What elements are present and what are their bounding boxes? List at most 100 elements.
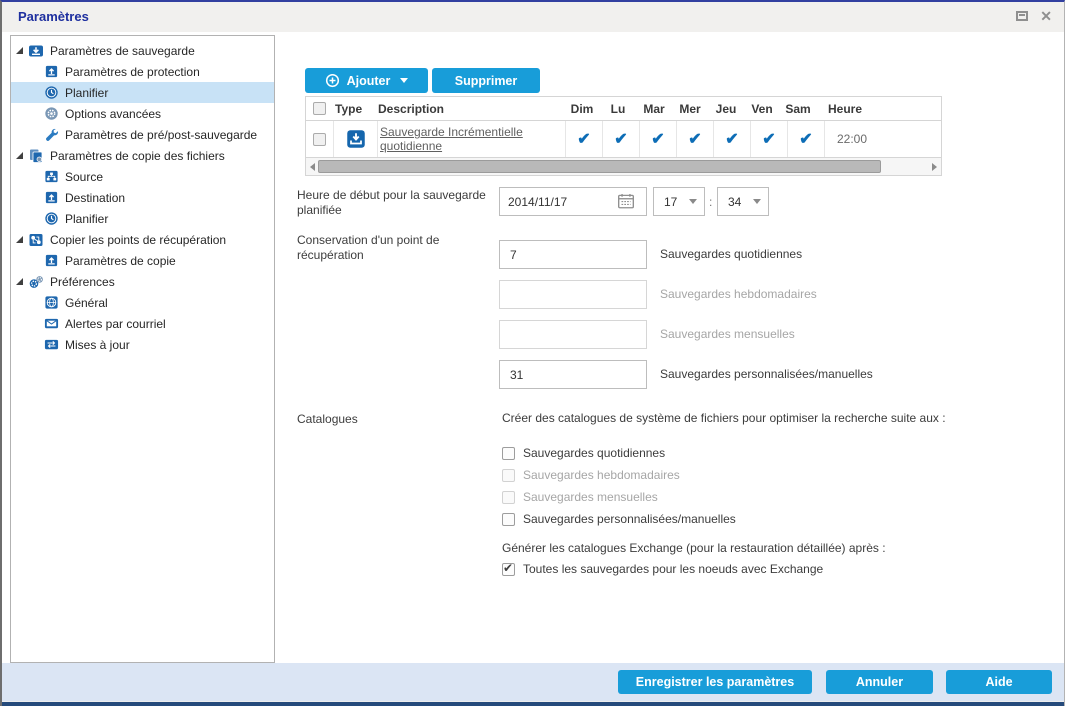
- schedule-table-header: Type Description Dim Lu Mar Mer Jeu Ven Sam He…: [306, 97, 941, 121]
- sidebar-item-copier-les-points-de-r-cup-ration[interactable]: Copier les points de récupération: [11, 229, 274, 250]
- scrollbar-thumb[interactable]: [318, 160, 881, 173]
- row-checkbox[interactable]: [313, 132, 326, 146]
- sidebar-item-label: Mises à jour: [65, 337, 130, 352]
- sidebar-item-param-tres-de-protection[interactable]: Paramètres de protection: [11, 61, 274, 82]
- sidebar-item-mises-jour[interactable]: Mises à jour: [11, 334, 274, 355]
- retention-count-input[interactable]: [499, 360, 647, 389]
- add-dropdown-caret-icon[interactable]: [400, 78, 409, 83]
- schedule-description-link[interactable]: Sauvegarde Incrémentielle quotidienne: [380, 125, 552, 153]
- retention-row: Sauvegardes quotidiennes: [499, 240, 919, 269]
- add-button[interactable]: Ajouter: [305, 68, 428, 93]
- day-cell: ✔: [639, 121, 676, 157]
- time-column-header: Heure: [828, 101, 863, 116]
- catalog-checkbox-label: Sauvegardes personnalisées/manuelles: [523, 512, 736, 526]
- exchange-checkbox-row: Toutes les sauvegardes pour les noeuds a…: [502, 561, 823, 577]
- description-column-header: Description: [378, 101, 445, 116]
- retention-label: Conservation d'un point de récupération: [297, 233, 440, 262]
- exchange-all-backups-checkbox[interactable]: [502, 561, 515, 576]
- sidebar-item-label: Paramètres de copie des fichiers: [50, 148, 225, 163]
- day-column-header: Mar: [643, 101, 665, 116]
- expander-icon[interactable]: [16, 278, 23, 285]
- retention-field-label: Sauvegardes mensuelles: [660, 327, 795, 341]
- sidebar-item-planifier[interactable]: Planifier: [11, 82, 274, 103]
- sidebar-item-label: Paramètres de pré/post-sauvegarde: [65, 127, 258, 142]
- sidebar-item-label: Préférences: [50, 274, 115, 289]
- schedule-table: Type Description Dim Lu Mar Mer Jeu Ven Sam He…: [305, 96, 942, 176]
- sidebar-item-label: Destination: [65, 190, 126, 205]
- file-copy-icon: [28, 148, 44, 164]
- expander-icon[interactable]: [16, 47, 23, 54]
- preferences-icon: [28, 274, 44, 290]
- close-icon[interactable]: ✕: [1040, 8, 1052, 24]
- sidebar-item-g-n-ral[interactable]: Général: [11, 292, 274, 313]
- incremental-backup-icon: [346, 129, 366, 149]
- minute-value: 34: [728, 194, 742, 209]
- retention-field-label: Sauvegardes quotidiennes: [660, 247, 803, 261]
- sidebar-item-param-tres-de-pr-post-sauvegarde[interactable]: Paramètres de pré/post-sauvegarde: [11, 124, 274, 145]
- save-settings-button[interactable]: Enregistrer les paramètres: [618, 670, 812, 694]
- calendar-icon[interactable]: [617, 192, 637, 210]
- minute-dropdown[interactable]: 34: [717, 187, 769, 216]
- retention-field-label: Sauvegardes personnalisées/manuelles: [660, 367, 873, 381]
- sidebar-item-label: Options avancées: [65, 106, 162, 121]
- settings-dialog: Paramètres ✕ Paramètres de sauvegarde Par…: [0, 0, 1065, 706]
- sidebar-item-source[interactable]: Source: [11, 166, 274, 187]
- chevron-down-icon: [753, 199, 761, 204]
- recovery-copy-icon: [28, 232, 44, 248]
- catalog-checkbox[interactable]: [502, 512, 515, 526]
- globe-icon: [44, 295, 59, 310]
- sidebar-item-destination[interactable]: Destination: [11, 187, 274, 208]
- retention-count-input[interactable]: [499, 240, 647, 269]
- expander-icon[interactable]: [16, 236, 23, 243]
- sidebar-tree: Paramètres de sauvegarde Paramètres de pr…: [10, 35, 275, 663]
- day-cell: ✔: [713, 121, 750, 157]
- catalog-checkbox-row: Sauvegardes hebdomadaires: [502, 467, 680, 483]
- email-icon: [44, 316, 59, 331]
- restore-icon[interactable]: [1016, 11, 1028, 21]
- scroll-left-arrow-icon[interactable]: [310, 163, 315, 171]
- select-all-checkbox[interactable]: [313, 102, 326, 115]
- sidebar-item-param-tres-de-sauvegarde[interactable]: Paramètres de sauvegarde: [11, 40, 274, 61]
- advanced-options-icon: [44, 106, 59, 121]
- catalog-checkbox-label: Sauvegardes hebdomadaires: [523, 468, 680, 482]
- retention-count-input: [499, 320, 647, 349]
- sidebar-item-pr-f-rences[interactable]: Préférences: [11, 271, 274, 292]
- sidebar-item-alertes-par-courriel[interactable]: Alertes par courriel: [11, 313, 274, 334]
- network-source-icon: [44, 169, 59, 184]
- protection-icon: [44, 64, 59, 79]
- hour-dropdown[interactable]: 17: [653, 187, 705, 216]
- start-time-label: Heure de début pour la sauvegarde planif…: [297, 188, 486, 217]
- check-icon: ✔: [688, 131, 702, 148]
- bottom-bar: [2, 702, 1064, 706]
- check-icon: ✔: [799, 131, 813, 148]
- catalog-checkbox-row: Sauvegardes quotidiennes: [502, 445, 665, 461]
- catalog-checkbox-label: Sauvegardes quotidiennes: [523, 446, 666, 460]
- expander-icon[interactable]: [16, 152, 23, 159]
- time-separator: :: [709, 195, 713, 209]
- sidebar-item-label: Paramètres de protection: [65, 64, 200, 79]
- catalog-checkbox-row: Sauvegardes personnalisées/manuelles: [502, 511, 736, 527]
- sidebar-item-planifier[interactable]: Planifier: [11, 208, 274, 229]
- sidebar-item-options-avanc-es[interactable]: Options avancées: [11, 103, 274, 124]
- help-button[interactable]: Aide: [946, 670, 1052, 694]
- backup-settings-icon: [28, 43, 44, 59]
- day-column-header: Lu: [610, 101, 626, 116]
- delete-button[interactable]: Supprimer: [432, 68, 540, 93]
- sidebar-item-param-tres-de-copie-des-fichiers[interactable]: Paramètres de copie des fichiers: [11, 145, 274, 166]
- sidebar-item-param-tres-de-copie[interactable]: Paramètres de copie: [11, 250, 274, 271]
- horizontal-scrollbar[interactable]: [306, 157, 941, 175]
- day-column-header: Sam: [785, 101, 811, 116]
- sidebar-item-label: Copier les points de récupération: [50, 232, 227, 247]
- catalog-checkbox[interactable]: [502, 446, 515, 460]
- plus-circle-icon: [325, 73, 340, 88]
- sidebar-item-label: Planifier: [65, 211, 109, 226]
- retention-field-label: Sauvegardes hebdomadaires: [660, 287, 817, 301]
- cancel-button[interactable]: Annuler: [826, 670, 933, 694]
- schedule-row: Sauvegarde Incrémentielle quotidienne ✔ ✔ ✔…: [306, 121, 941, 157]
- delete-button-label: Supprimer: [454, 73, 518, 88]
- check-icon: ✔: [651, 131, 665, 148]
- check-icon: ✔: [614, 131, 628, 148]
- protection-icon: [44, 253, 59, 268]
- day-cell: ✔: [676, 121, 713, 157]
- scroll-right-arrow-icon[interactable]: [932, 163, 937, 171]
